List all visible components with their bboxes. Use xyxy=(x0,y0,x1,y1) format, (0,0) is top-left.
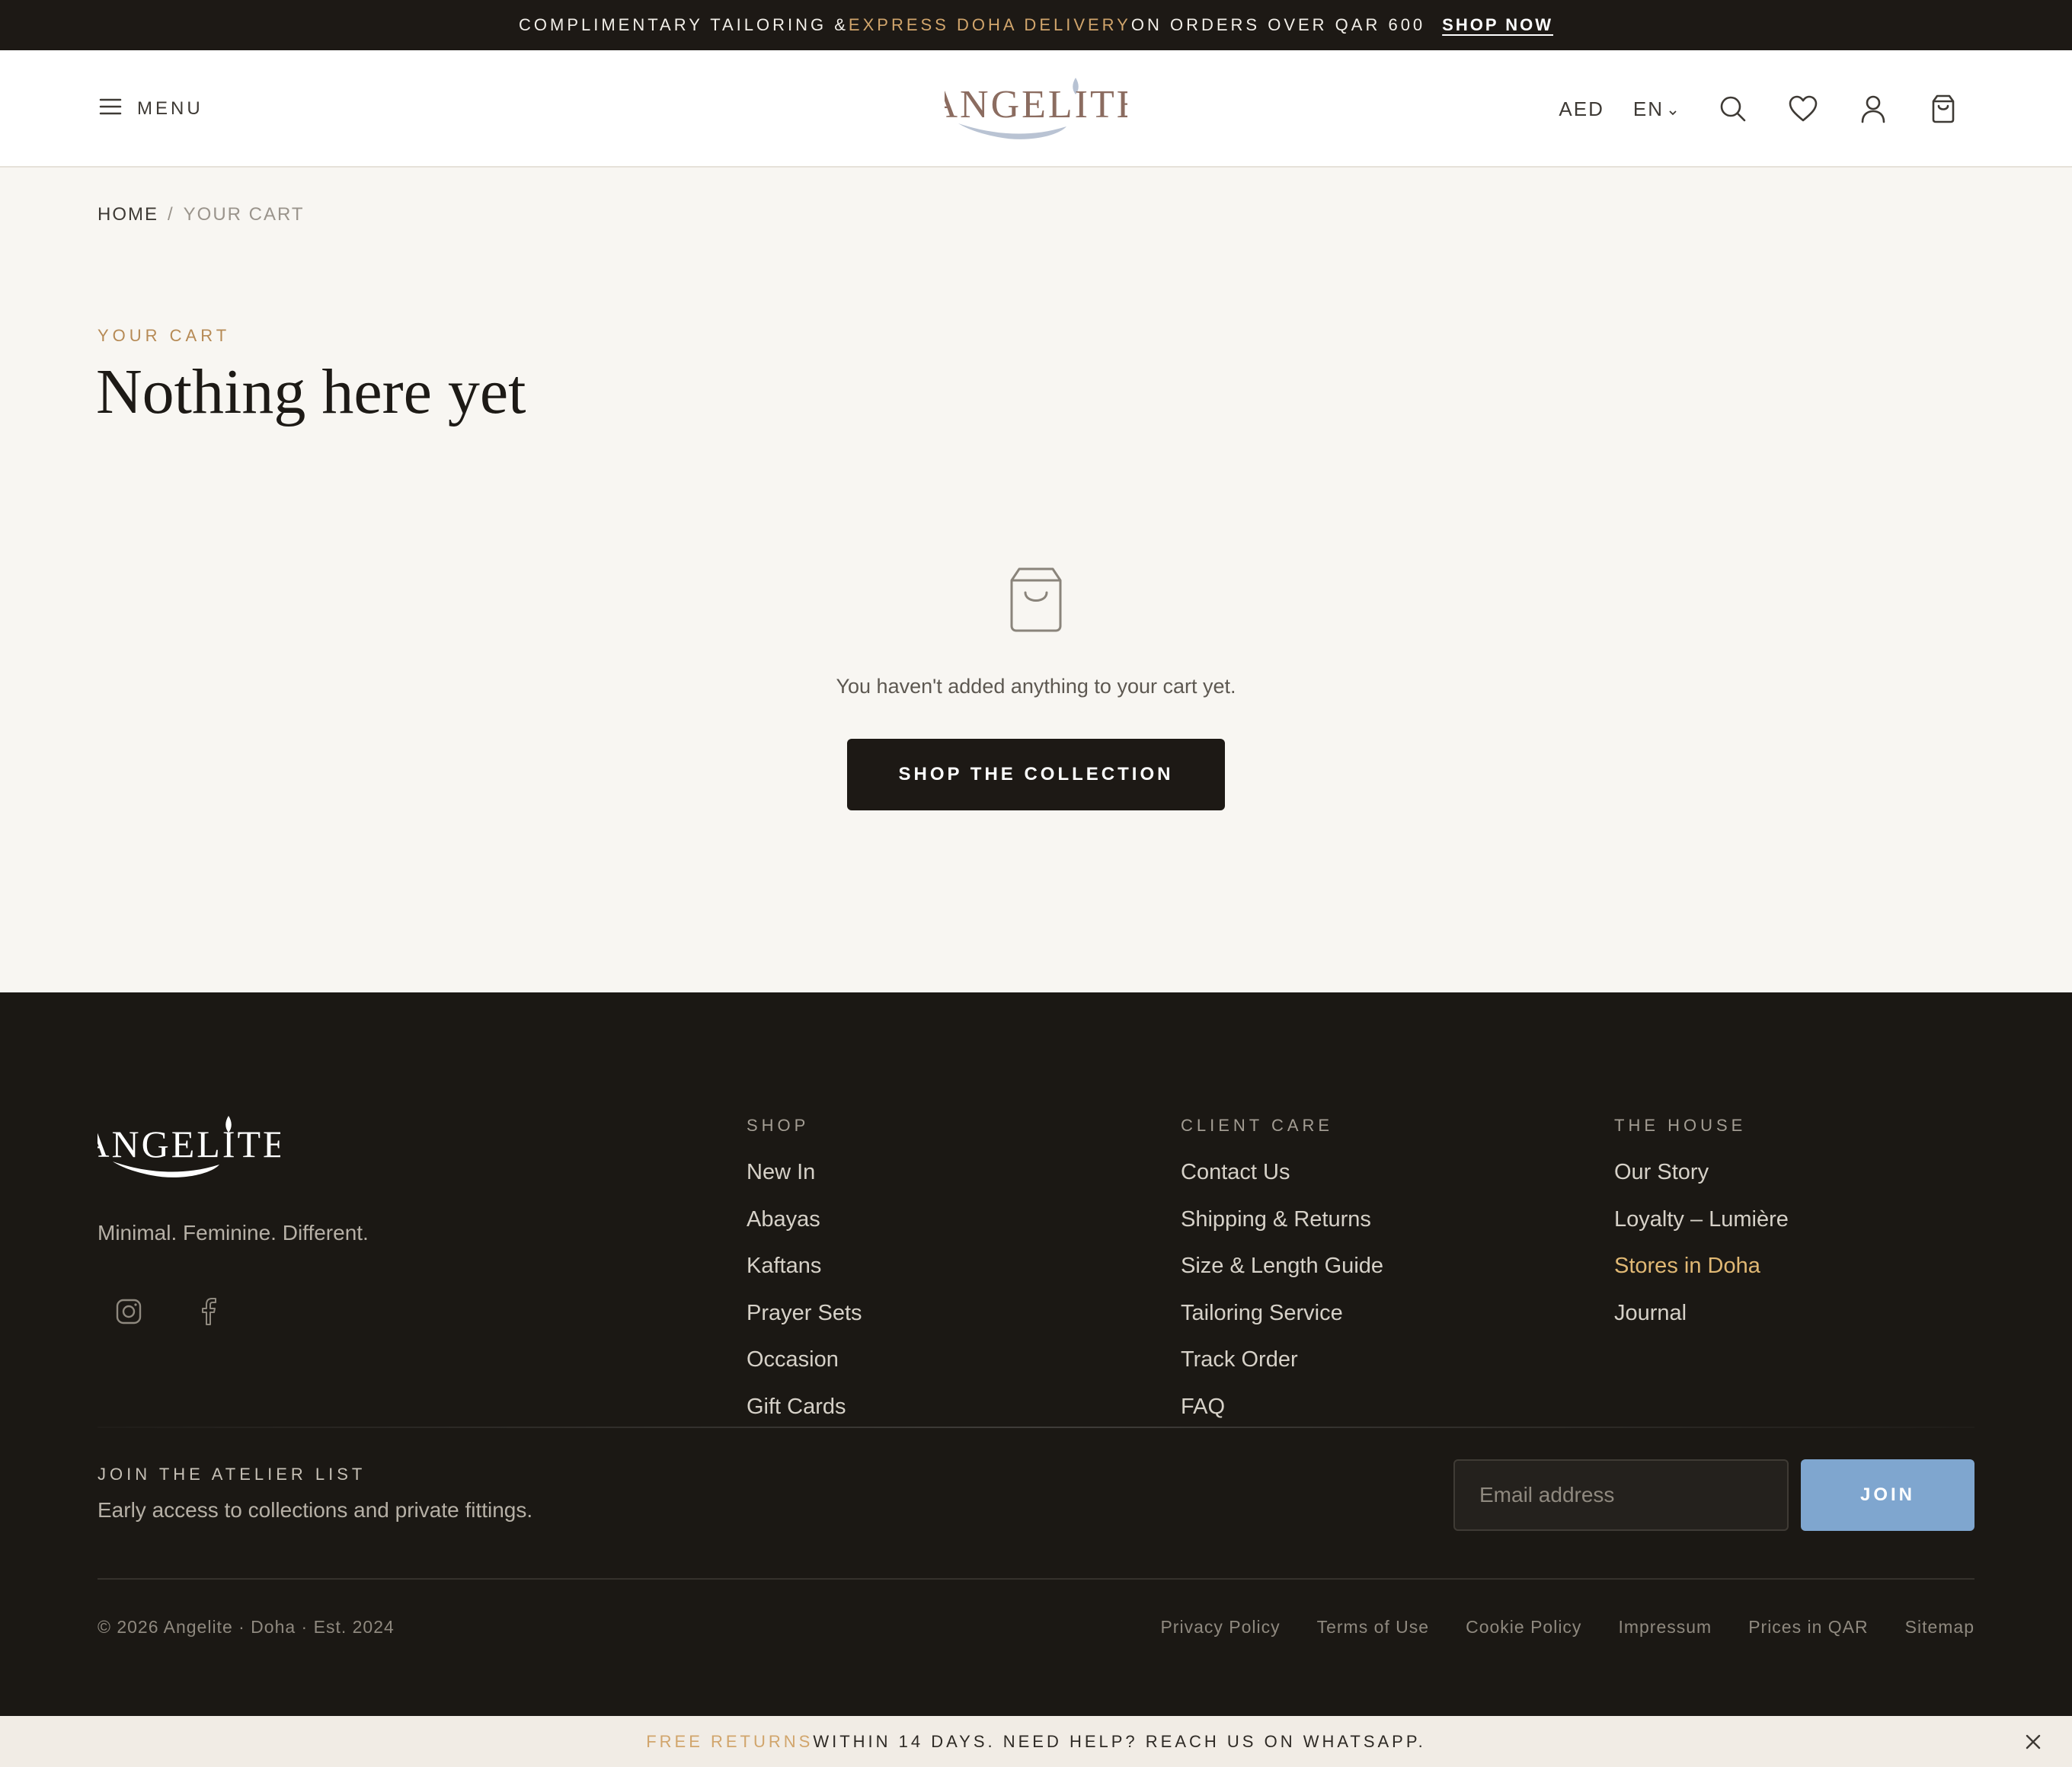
announcement-text-2: ON ORDERS OVER QAR 600 xyxy=(1130,15,1426,34)
footer-link[interactable]: Tailoring Service xyxy=(1181,1296,1383,1344)
user-icon[interactable] xyxy=(1859,94,1888,123)
bag-icon[interactable] xyxy=(1929,94,1958,123)
search-icon[interactable] xyxy=(1719,94,1747,123)
legal-link-impressum[interactable]: Impressum xyxy=(1618,1617,1712,1638)
footer-logo-wordmark: ANGELITE xyxy=(98,1123,280,1165)
footer-column-shop: SHOP New In Abayas Kaftans Prayer Sets O… xyxy=(747,1116,862,1436)
empty-cart-message: You haven't added anything to your cart … xyxy=(836,675,1236,698)
copyright: © 2026 Angelite · Doha · Est. 2024 xyxy=(98,1617,395,1637)
footer-link[interactable]: Gift Cards xyxy=(747,1390,862,1437)
footer-column-client-care: CLIENT CARE Contact Us Shipping & Return… xyxy=(1181,1116,1383,1436)
legal-links: Privacy Policy Terms of Use Cookie Polic… xyxy=(1160,1617,1974,1638)
footer-link[interactable]: Journal xyxy=(1614,1296,1789,1344)
bottom-notice-bar: FREE RETURNS WITHIN 14 DAYS. NEED HELP? … xyxy=(0,1716,2072,1767)
language-selector[interactable]: EN xyxy=(1633,97,1677,121)
legal-link-privacy[interactable]: Privacy Policy xyxy=(1160,1617,1280,1638)
newsletter-join-button[interactable]: JOIN xyxy=(1801,1459,1974,1531)
legal-link-sitemap[interactable]: Sitemap xyxy=(1905,1617,1974,1638)
shop-collection-button[interactable]: SHOP THE COLLECTION xyxy=(847,739,1225,810)
currency-selector[interactable]: AED xyxy=(1559,97,1604,121)
footer-link-active[interactable]: Stores in Doha xyxy=(1614,1249,1789,1296)
heart-icon[interactable] xyxy=(1789,94,1818,123)
bottom-notice-text: WITHIN 14 DAYS. NEED HELP? REACH US ON W… xyxy=(813,1731,1426,1751)
header-utilities: AED EN xyxy=(1559,85,1958,133)
breadcrumb-current: YOUR CART xyxy=(183,204,305,225)
facebook-icon[interactable] xyxy=(195,1297,224,1326)
site-header: MENU ANGELITE AED EN xyxy=(0,50,2072,168)
footer-column-heading: THE HOUSE xyxy=(1614,1116,1747,1135)
legal-link-cookies[interactable]: Cookie Policy xyxy=(1466,1617,1581,1638)
footer-divider xyxy=(98,1427,1974,1428)
footer-column-the-house: THE HOUSE Our Story Loyalty – Lumière St… xyxy=(1614,1116,1789,1343)
social-links xyxy=(114,1297,224,1326)
footer-logo[interactable]: ANGELITE xyxy=(82,1114,286,1183)
footer-link[interactable]: FAQ xyxy=(1181,1390,1383,1437)
footer-link[interactable]: Contact Us xyxy=(1181,1155,1383,1203)
legal-link-terms[interactable]: Terms of Use xyxy=(1317,1617,1429,1638)
footer-link[interactable]: Prayer Sets xyxy=(747,1296,862,1344)
footer-link[interactable]: Size & Length Guide xyxy=(1181,1249,1383,1296)
menu-button[interactable]: MENU xyxy=(99,90,203,128)
footer-link[interactable]: Our Story xyxy=(1614,1155,1789,1203)
announcement-bar: COMPLIMENTARY TAILORING & EXPRESS DOHA D… xyxy=(0,0,2072,50)
footer-column-heading: SHOP xyxy=(747,1116,810,1135)
footer-link[interactable]: Shipping & Returns xyxy=(1181,1203,1383,1250)
announcement-text: COMPLIMENTARY TAILORING & xyxy=(519,15,849,34)
language-label: EN xyxy=(1632,97,1664,120)
breadcrumb-separator: / xyxy=(168,204,174,225)
footer-link[interactable]: Track Order xyxy=(1181,1343,1383,1390)
empty-bag-icon xyxy=(1002,565,1070,634)
footer-link[interactable]: New In xyxy=(747,1155,862,1203)
newsletter-text: Early access to collections and private … xyxy=(98,1498,533,1522)
newsletter-label: JOIN THE ATELIER LIST xyxy=(98,1465,366,1484)
site-logo[interactable]: ANGELITE xyxy=(929,73,1141,142)
page-title: Nothing here yet xyxy=(96,356,526,427)
chevron-down-icon xyxy=(1668,97,1677,121)
logo-wordmark: ANGELITE xyxy=(945,83,1127,126)
footer-link[interactable]: Loyalty – Lumière xyxy=(1614,1203,1789,1250)
announcement-accent: EXPRESS DOHA DELIVERY xyxy=(848,15,1131,34)
footer-link[interactable]: Occasion xyxy=(747,1343,862,1390)
page-eyebrow: YOUR CART xyxy=(98,326,231,345)
legal-link-prices[interactable]: Prices in QAR xyxy=(1748,1617,1868,1638)
instagram-icon[interactable] xyxy=(114,1297,143,1326)
hamburger-icon xyxy=(99,97,122,121)
shop-now-link[interactable]: SHOP NOW xyxy=(1442,15,1553,35)
bottom-notice-accent: FREE RETURNS xyxy=(646,1731,814,1751)
footer-divider xyxy=(98,1578,1974,1580)
close-icon[interactable] xyxy=(2020,1729,2046,1755)
footer-link[interactable]: Kaftans xyxy=(747,1249,862,1296)
menu-label: MENU xyxy=(137,98,203,119)
footer-link[interactable]: Abayas xyxy=(747,1203,862,1250)
breadcrumb: HOME / YOUR CART xyxy=(98,204,305,225)
footer-tagline: Minimal. Feminine. Different. xyxy=(98,1221,369,1245)
site-footer: ANGELITE Minimal. Feminine. Different. S… xyxy=(0,992,2072,1716)
breadcrumb-home[interactable]: HOME xyxy=(98,204,158,225)
newsletter-email-input[interactable] xyxy=(1453,1459,1789,1531)
footer-column-heading: CLIENT CARE xyxy=(1181,1116,1334,1135)
